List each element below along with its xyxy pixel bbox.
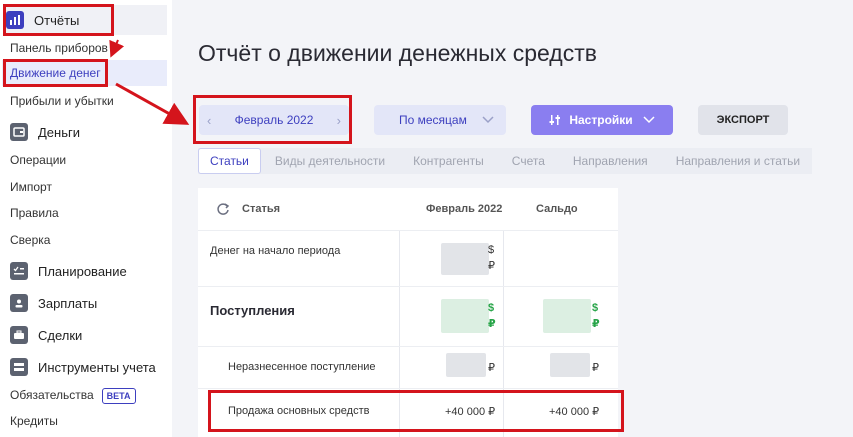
redacted-value: [543, 299, 591, 333]
badge-icon: [10, 294, 28, 312]
currency-rub: ₽: [488, 362, 495, 374]
export-button[interactable]: ЭКСПОРТ: [698, 105, 788, 135]
column-header-month[interactable]: Февраль 2022: [426, 188, 502, 230]
redacted-value: [441, 299, 489, 333]
refresh-icon[interactable]: [216, 202, 230, 221]
sidebar-section-deals[interactable]: Сделки: [10, 321, 82, 349]
sidebar-item-import[interactable]: Импорт: [10, 177, 52, 197]
row-label: Поступления: [210, 303, 295, 318]
table-row[interactable]: Поступления $ ₽ $ ₽: [198, 286, 618, 346]
currency-rub: ₽: [592, 362, 599, 374]
currency-usd: $: [488, 302, 495, 314]
sidebar-section-label: Сделки: [38, 327, 83, 343]
sidebar-item-reconciliation[interactable]: Сверка: [10, 230, 50, 250]
sidebar-item-rules[interactable]: Правила: [10, 203, 59, 223]
settings-label: Настройки: [569, 113, 633, 127]
sidebar-section-label: Инструменты учета: [38, 359, 156, 375]
sliders-icon: [549, 114, 561, 126]
sidebar-section-money[interactable]: Деньги: [10, 118, 80, 146]
row-label: Неразнесенное поступление: [228, 361, 376, 373]
checklist-icon: [10, 262, 28, 280]
tab-counterparties[interactable]: Контрагенты: [399, 148, 498, 174]
beta-badge: BETA: [101, 387, 136, 404]
tab-directions-articles[interactable]: Направления и статьи: [662, 148, 814, 174]
redacted-value: [441, 243, 489, 275]
tab-bar: Статьи Виды деятельности Контрагенты Сче…: [198, 148, 812, 174]
briefcase-icon: [10, 326, 28, 344]
wallet-icon: [10, 123, 28, 141]
settings-button[interactable]: Настройки: [531, 105, 673, 135]
sidebar-item-pnl[interactable]: Прибыли и убытки: [10, 91, 114, 111]
redacted-value: [446, 353, 486, 377]
sidebar-section-salaries[interactable]: Зарплаты: [10, 289, 97, 317]
chevron-down-icon: [482, 113, 494, 127]
redacted-value: [550, 353, 590, 377]
chevron-down-icon: [643, 116, 655, 124]
tab-accounts[interactable]: Счета: [498, 148, 559, 174]
row-label: Денег на начало периода: [210, 245, 341, 257]
sidebar-item-label: Обязательства: [10, 388, 94, 402]
grouping-label: По месяцам: [399, 113, 467, 127]
annotation-box-period: [193, 95, 352, 144]
currency-rub: ₽: [592, 318, 600, 330]
sidebar-section-label: Планирование: [38, 263, 127, 279]
table-row[interactable]: Денег на начало периода $ ₽: [198, 230, 618, 286]
currency-usd: $: [592, 302, 599, 314]
page-title: Отчёт о движении денежных средств: [198, 40, 597, 66]
sidebar-section-planning[interactable]: Планирование: [10, 257, 127, 285]
sidebar-section-label: Деньги: [38, 124, 80, 140]
tab-articles[interactable]: Статьи: [198, 148, 261, 174]
tools-icon: [10, 358, 28, 376]
tab-activity-types[interactable]: Виды деятельности: [261, 148, 399, 174]
sidebar-item-operations[interactable]: Операции: [10, 150, 66, 170]
sidebar-section-tools[interactable]: Инструменты учета: [10, 353, 156, 381]
currency-rub: ₽: [488, 260, 495, 272]
tab-directions[interactable]: Направления: [559, 148, 662, 174]
sidebar-item-credits[interactable]: Кредиты: [10, 411, 58, 431]
table-row[interactable]: Неразнесенное поступление ₽ ₽: [198, 346, 618, 388]
grouping-dropdown[interactable]: По месяцам: [374, 105, 506, 135]
sidebar-section-label: Зарплаты: [38, 295, 98, 311]
currency-usd: $: [488, 244, 495, 256]
column-header-article[interactable]: Статья: [242, 188, 280, 230]
annotation-box-reports: [3, 4, 114, 36]
annotation-box-row: [208, 390, 624, 432]
currency-rub: ₽: [488, 318, 496, 330]
main-content: Отчёт о движении денежных средств ‹ Февр…: [172, 0, 853, 437]
sidebar-item-obligations[interactable]: Обязательства BETA: [10, 385, 136, 405]
sidebar-item-dashboard[interactable]: Панель приборов: [10, 38, 108, 58]
annotation-box-cashflow: [3, 59, 108, 87]
column-header-balance[interactable]: Сальдо: [536, 188, 578, 230]
